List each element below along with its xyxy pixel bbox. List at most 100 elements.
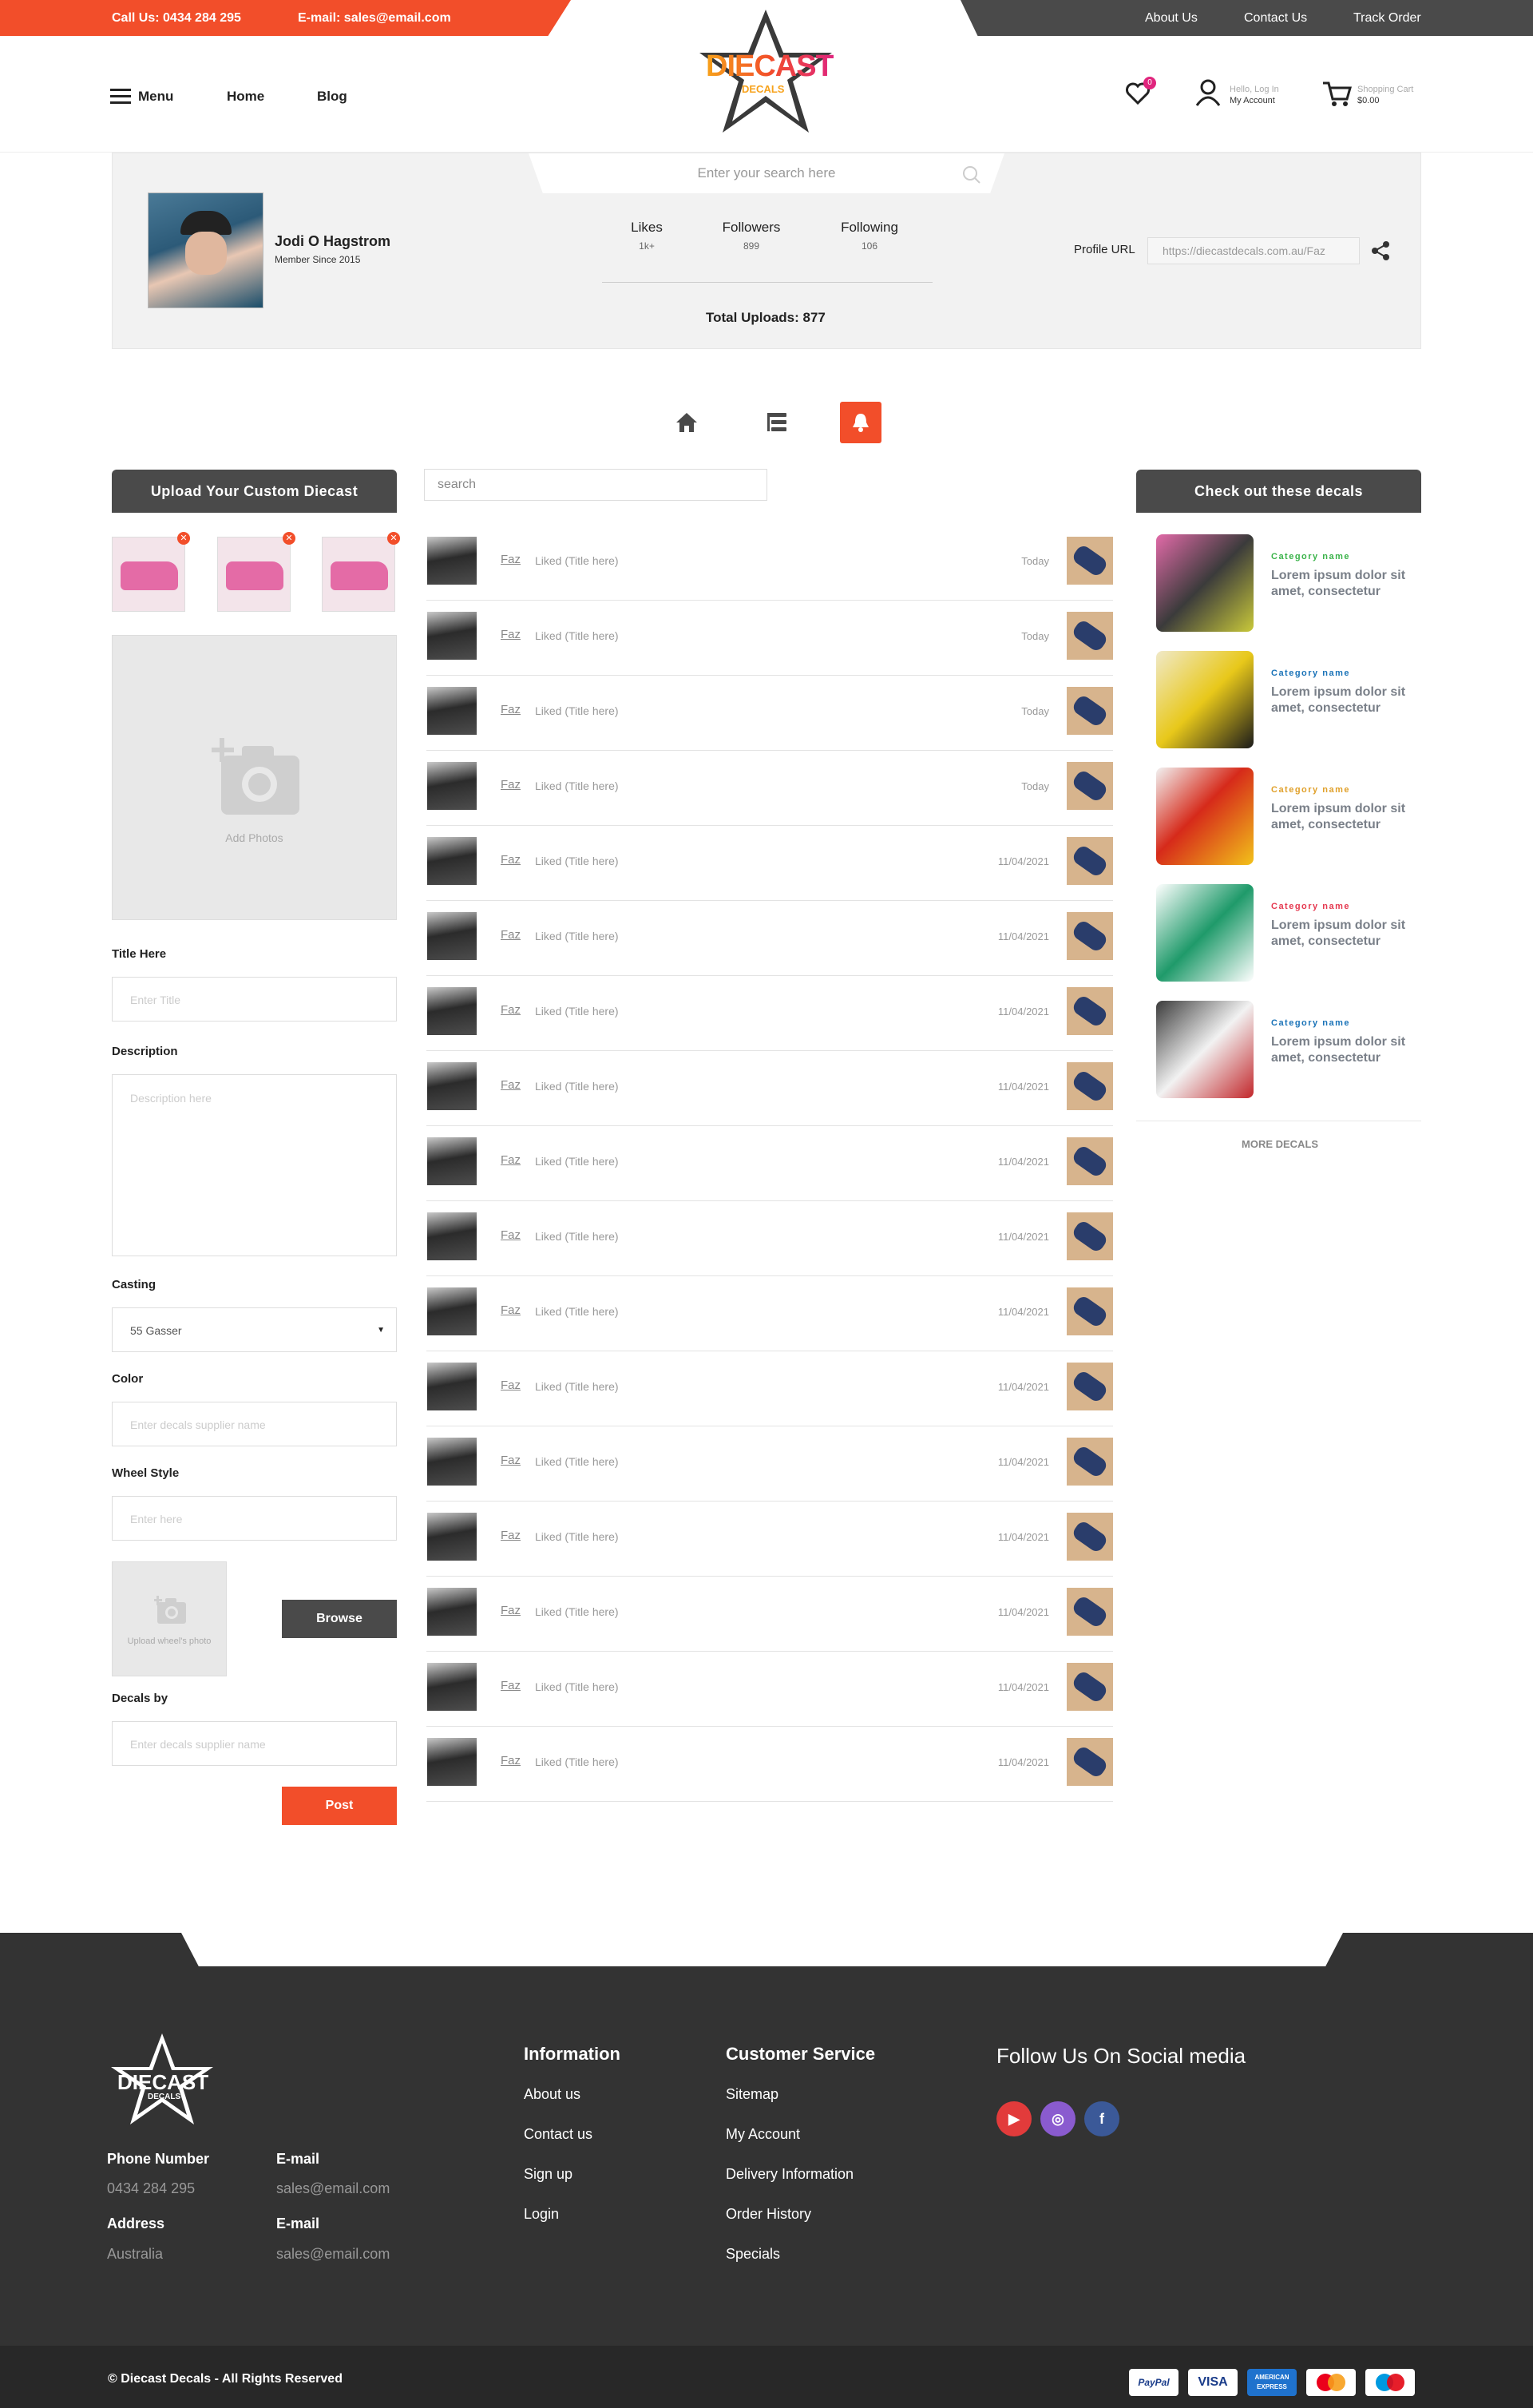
feed-user-name[interactable]: Faz (501, 1529, 521, 1542)
add-photos-dropzone[interactable]: Add Photos (112, 635, 397, 920)
feed-user-name[interactable]: Faz (501, 1454, 521, 1467)
feed-user-name[interactable]: Faz (501, 1303, 521, 1317)
footer-link-delivery[interactable]: Delivery Information (726, 2166, 854, 2183)
decal-image[interactable] (1156, 651, 1254, 748)
footer-link-my-account[interactable]: My Account (726, 2126, 800, 2143)
decal-image[interactable] (1156, 884, 1254, 982)
feed-decal-thumbnail[interactable] (1067, 1663, 1113, 1711)
feed-decal-thumbnail[interactable] (1067, 1212, 1113, 1260)
user-account-icon[interactable] (1194, 78, 1222, 107)
feed-user-name[interactable]: Faz (501, 1228, 521, 1242)
footer-link-specials[interactable]: Specials (726, 2246, 780, 2263)
feed-decal-thumbnail[interactable] (1067, 762, 1113, 810)
decal-title[interactable]: Lorem ipsum dolor sit amet, consectetur (1271, 684, 1407, 716)
feed-user-avatar[interactable] (427, 1363, 477, 1410)
decal-category[interactable]: Category name (1271, 668, 1350, 678)
more-decals-link[interactable]: MORE DECALS (1242, 1138, 1318, 1150)
feed-user-name[interactable]: Faz (501, 1078, 521, 1092)
site-logo[interactable]: DIECAST DECALS (691, 5, 840, 139)
decal-category[interactable]: Category name (1271, 552, 1350, 561)
feed-user-name[interactable]: Faz (501, 1379, 521, 1392)
decal-category[interactable]: Category name (1271, 785, 1350, 795)
feed-search-input[interactable]: search (424, 469, 767, 501)
feed-user-avatar[interactable] (427, 1588, 477, 1636)
menu-button[interactable]: Menu (138, 89, 173, 105)
feed-user-avatar[interactable] (427, 537, 477, 585)
feed-user-avatar[interactable] (427, 1062, 477, 1110)
feed-user-name[interactable]: Faz (501, 553, 521, 566)
feed-decal-thumbnail[interactable] (1067, 537, 1113, 585)
feed-decal-thumbnail[interactable] (1067, 1738, 1113, 1786)
decal-card[interactable]: Category name Lorem ipsum dolor sit amet,… (1156, 884, 1420, 983)
footer-link-login[interactable]: Login (524, 2206, 559, 2223)
color-input[interactable]: Enter decals supplier name (112, 1402, 397, 1446)
feed-decal-thumbnail[interactable] (1067, 1588, 1113, 1636)
feed-user-avatar[interactable] (427, 1513, 477, 1561)
notifications-tab-bell-icon[interactable] (840, 402, 881, 443)
about-us-link[interactable]: About Us (1145, 11, 1198, 26)
decal-title[interactable]: Lorem ipsum dolor sit amet, consectetur (1271, 1034, 1407, 1066)
feed-decal-thumbnail[interactable] (1067, 987, 1113, 1035)
followers-stat[interactable]: Followers 899 (703, 220, 799, 252)
remove-thumbnail-close-icon[interactable]: ✕ (283, 532, 295, 545)
home-tab-icon[interactable] (666, 402, 707, 443)
feed-user-name[interactable]: Faz (501, 703, 521, 716)
casting-select[interactable]: 55 Gasser ▼ (112, 1307, 397, 1352)
decals-by-input[interactable]: Enter decals supplier name (112, 1721, 397, 1766)
feed-decal-thumbnail[interactable] (1067, 1363, 1113, 1410)
browse-button[interactable]: Browse (282, 1600, 397, 1638)
following-stat[interactable]: Following 106 (822, 220, 917, 252)
footer-logo[interactable]: DIECAST DECALS (106, 2032, 218, 2128)
wishlist-heart-icon[interactable]: 0 (1124, 77, 1156, 107)
decal-card[interactable]: Category name Lorem ipsum dolor sit amet,… (1156, 651, 1420, 750)
footer-link-contact[interactable]: Contact us (524, 2126, 592, 2143)
decal-card[interactable]: Category name Lorem ipsum dolor sit amet,… (1156, 1001, 1420, 1100)
feed-user-avatar[interactable] (427, 687, 477, 735)
feed-decal-thumbnail[interactable] (1067, 1137, 1113, 1185)
youtube-icon[interactable]: ▶ (996, 2101, 1032, 2136)
feed-user-avatar[interactable] (427, 1438, 477, 1486)
feed-decal-thumbnail[interactable] (1067, 687, 1113, 735)
feed-user-avatar[interactable] (427, 1212, 477, 1260)
site-search-input[interactable]: Enter your search here (529, 153, 1004, 193)
feed-user-name[interactable]: Faz (501, 1003, 521, 1017)
contact-us-link[interactable]: Contact Us (1244, 11, 1307, 26)
decal-card[interactable]: Category name Lorem ipsum dolor sit amet,… (1156, 768, 1420, 867)
instagram-icon[interactable]: ◎ (1040, 2101, 1075, 2136)
feed-decal-thumbnail[interactable] (1067, 612, 1113, 660)
feed-user-avatar[interactable] (427, 987, 477, 1035)
feed-user-name[interactable]: Faz (501, 1754, 521, 1767)
home-link[interactable]: Home (227, 89, 264, 105)
share-icon[interactable] (1370, 240, 1391, 261)
feed-user-avatar[interactable] (427, 1137, 477, 1185)
decal-category[interactable]: Category name (1271, 902, 1350, 911)
search-icon[interactable] (962, 165, 981, 184)
footer-link-order-history[interactable]: Order History (726, 2206, 811, 2223)
my-account-link[interactable]: My Account (1230, 96, 1275, 105)
decal-title[interactable]: Lorem ipsum dolor sit amet, consectetur (1271, 801, 1407, 833)
feed-decal-thumbnail[interactable] (1067, 837, 1113, 885)
feed-user-name[interactable]: Faz (501, 778, 521, 791)
decal-image[interactable] (1156, 534, 1254, 632)
shopping-cart-icon[interactable] (1321, 80, 1352, 107)
feed-user-avatar[interactable] (427, 762, 477, 810)
footer-link-sitemap[interactable]: Sitemap (726, 2086, 778, 2103)
feed-user-name[interactable]: Faz (501, 853, 521, 867)
feed-user-name[interactable]: Faz (501, 1679, 521, 1692)
feed-decal-thumbnail[interactable] (1067, 1062, 1113, 1110)
feed-decal-thumbnail[interactable] (1067, 1513, 1113, 1561)
feed-user-avatar[interactable] (427, 1287, 477, 1335)
list-tab-icon[interactable] (756, 402, 798, 443)
footer-email2[interactable]: sales@email.com (276, 2246, 390, 2263)
track-order-link[interactable]: Track Order (1353, 11, 1421, 26)
feed-decal-thumbnail[interactable] (1067, 1438, 1113, 1486)
feed-user-name[interactable]: Faz (501, 1604, 521, 1617)
footer-email[interactable]: sales@email.com (276, 2180, 390, 2197)
feed-user-name[interactable]: Faz (501, 1153, 521, 1167)
feed-user-avatar[interactable] (427, 1663, 477, 1711)
feed-user-avatar[interactable] (427, 612, 477, 660)
feed-decal-thumbnail[interactable] (1067, 1287, 1113, 1335)
blog-link[interactable]: Blog (317, 89, 347, 105)
title-input[interactable]: Enter Title (112, 977, 397, 1022)
feed-user-name[interactable]: Faz (501, 628, 521, 641)
